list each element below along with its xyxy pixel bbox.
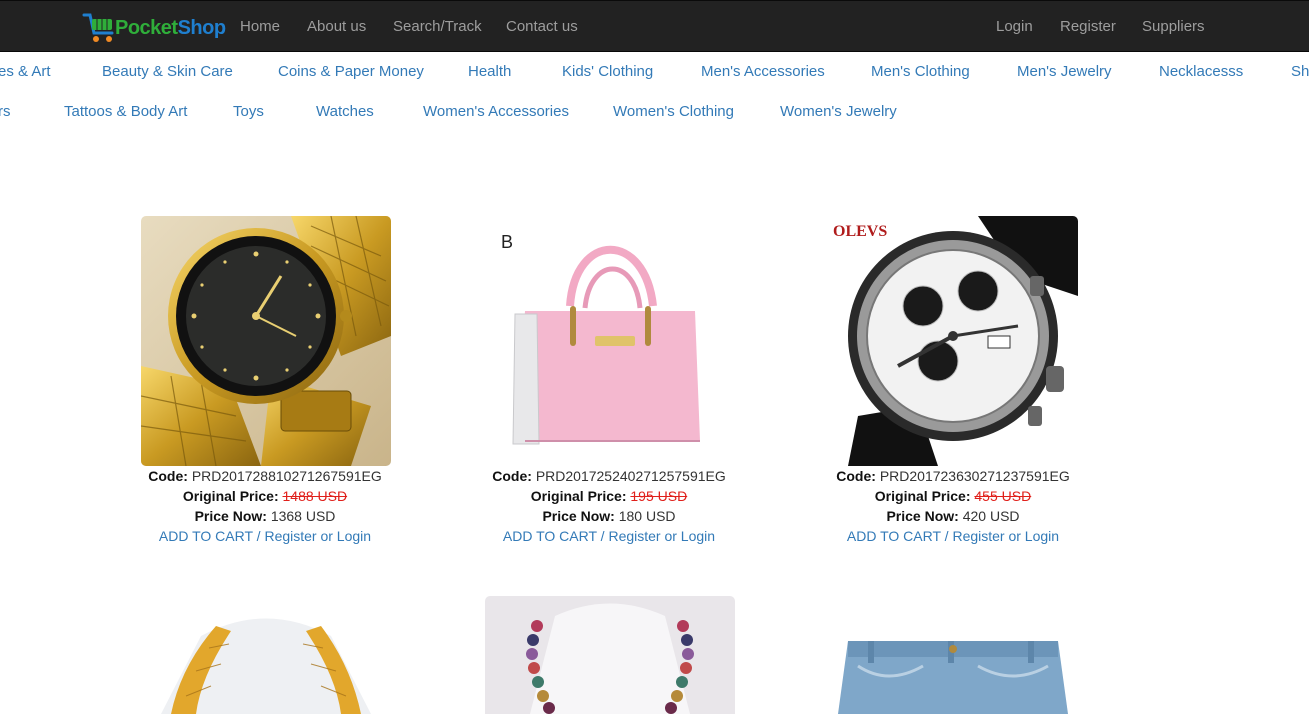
add-to-cart-link[interactable]: ADD TO CART / Register or Login xyxy=(503,528,715,544)
category-link[interactable]: Coins & Paper Money xyxy=(278,63,424,80)
product-code: Code: PRD201725240271257591EG xyxy=(492,468,726,484)
product-image-gold-necklace[interactable] xyxy=(141,596,391,714)
add-to-cart-link[interactable]: ADD TO CART / Register or Login xyxy=(159,528,371,544)
nav-search-track[interactable]: Search/Track xyxy=(393,18,482,35)
add-to-cart-link[interactable]: ADD TO CART / Register or Login xyxy=(847,528,1059,544)
pink-handbag-image: B xyxy=(485,216,735,466)
beaded-necklace-image xyxy=(485,596,735,714)
category-link[interactable]: Kids' Clothing xyxy=(562,63,653,80)
top-navbar: PocketShop Home About us Search/Track Co… xyxy=(0,0,1309,52)
product-image-chronograph-watch[interactable]: OLEVS xyxy=(828,216,1078,466)
product-code: Code: PRD201728810271267591EG xyxy=(148,468,382,484)
image-letter-label: B xyxy=(501,232,513,252)
category-link[interactable]: Women's Accessories xyxy=(423,103,569,120)
category-link[interactable]: Sh xyxy=(1291,63,1309,80)
jeans-image xyxy=(828,596,1078,714)
product-image-beaded-necklace[interactable] xyxy=(485,596,735,714)
product-info: Code: PRD201728810271267591EG Original P… xyxy=(95,466,435,546)
product-price-now: Price Now: 180 USD xyxy=(542,508,676,524)
category-link[interactable]: es & Art xyxy=(0,63,51,80)
nav-contact-us[interactable]: Contact us xyxy=(506,18,578,35)
product-original-price: Original Price: 455 USD xyxy=(874,488,1032,504)
product-original-price: Original Price: 1488 USD xyxy=(182,488,348,504)
image-brand-label: OLEVS xyxy=(833,223,887,240)
product-image-gold-watch[interactable] xyxy=(141,216,391,466)
nav-login[interactable]: Login xyxy=(996,18,1033,35)
category-link[interactable]: Women's Jewelry xyxy=(780,103,897,120)
category-link[interactable]: Women's Clothing xyxy=(613,103,734,120)
brand-logo[interactable]: PocketShop xyxy=(82,9,226,45)
product-original-price: Original Price: 195 USD xyxy=(530,488,688,504)
gold-necklace-image xyxy=(141,596,391,714)
category-link[interactable]: Necklacesss xyxy=(1159,63,1243,80)
category-link[interactable]: Men's Accessories xyxy=(701,63,825,80)
category-link[interactable]: Beauty & Skin Care xyxy=(102,63,233,80)
category-link[interactable]: Men's Clothing xyxy=(871,63,970,80)
category-link[interactable]: rs xyxy=(0,103,11,120)
product-info: Code: PRD201725240271257591EG Original P… xyxy=(439,466,779,546)
chronograph-watch-image: OLEVS xyxy=(828,216,1078,466)
product-price-now: Price Now: 420 USD xyxy=(886,508,1020,524)
shopping-cart-icon xyxy=(82,13,114,42)
product-price-now: Price Now: 1368 USD xyxy=(194,508,336,524)
category-link[interactable]: Watches xyxy=(316,103,374,120)
category-link[interactable]: Tattoos & Body Art xyxy=(64,103,187,120)
product-image-jeans[interactable] xyxy=(828,596,1078,714)
category-link[interactable]: Health xyxy=(468,63,511,80)
nav-about-us[interactable]: About us xyxy=(307,18,366,35)
nav-suppliers[interactable]: Suppliers xyxy=(1142,18,1205,35)
nav-register[interactable]: Register xyxy=(1060,18,1116,35)
category-link[interactable]: Men's Jewelry xyxy=(1017,63,1112,80)
nav-home[interactable]: Home xyxy=(240,18,280,35)
product-image-pink-handbag[interactable]: B xyxy=(485,216,735,466)
category-link[interactable]: Toys xyxy=(233,103,264,120)
product-code: Code: PRD201723630271237591EG xyxy=(836,468,1070,484)
brand-name: PocketShop xyxy=(115,16,226,39)
gold-watch-image xyxy=(141,216,391,466)
product-info: Code: PRD201723630271237591EG Original P… xyxy=(783,466,1123,546)
